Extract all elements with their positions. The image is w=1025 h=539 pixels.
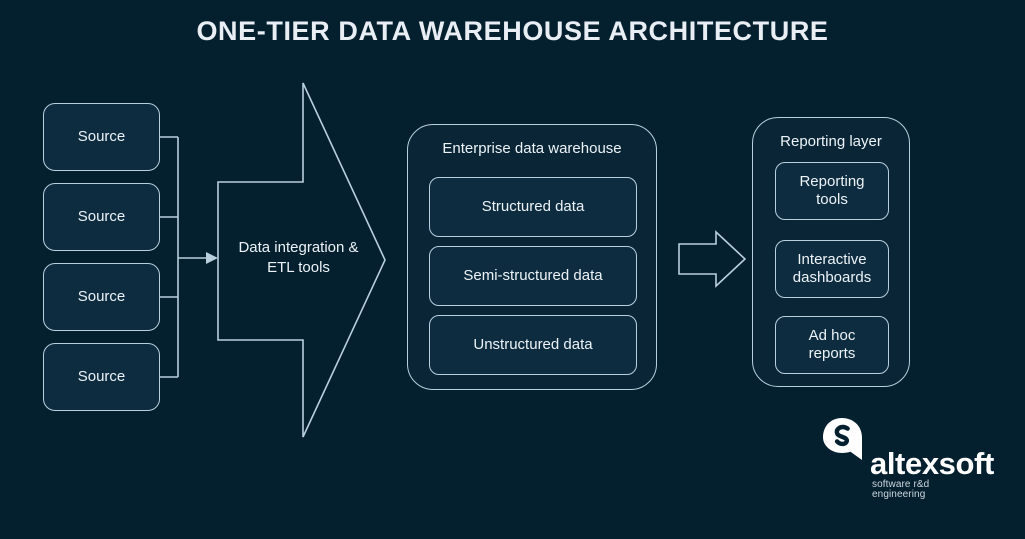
warehouse-box-label: Structured data bbox=[481, 197, 585, 215]
reporting-panel-title: Reporting layer bbox=[780, 133, 882, 150]
warehouse-box-structured: Structured data bbox=[429, 177, 637, 237]
reporting-box-label: Ad hoc reports bbox=[809, 327, 856, 364]
reporting-box-ad-hoc-reports: Ad hoc reports bbox=[775, 316, 889, 374]
bus-to-etl-arrowhead bbox=[206, 252, 218, 264]
reporting-box-label: Interactive dashboards bbox=[793, 251, 871, 288]
reporting-box-label-line2: dashboards bbox=[792, 269, 872, 286]
warehouse-panel-title: Enterprise data warehouse bbox=[442, 140, 622, 157]
source-box-label: Source bbox=[77, 368, 126, 386]
reporting-layer-panel: Reporting layer Reporting tools Interact… bbox=[752, 117, 910, 387]
altexsoft-logo: altexsoft software r&d engineering bbox=[822, 416, 994, 500]
etl-label-line1: Data integration & bbox=[238, 239, 359, 256]
altexsoft-logo-icon bbox=[823, 418, 862, 460]
source-box-label: Source bbox=[77, 288, 126, 306]
reporting-box-interactive-dashboards: Interactive dashboards bbox=[775, 240, 889, 298]
etl-label-line2: ETL tools bbox=[267, 258, 330, 276]
source-box-1: Source bbox=[43, 103, 160, 171]
enterprise-data-warehouse-panel: Enterprise data warehouse Structured dat… bbox=[407, 124, 657, 390]
reporting-box-label-line2: reports bbox=[808, 345, 856, 362]
source-box-2: Source bbox=[43, 183, 160, 251]
warehouse-box-semi-structured: Semi-structured data bbox=[429, 246, 637, 306]
etl-label: Data integration & ETL tools bbox=[221, 238, 376, 277]
source-box-4: Source bbox=[43, 343, 160, 411]
reporting-box-label-line1: Interactive bbox=[797, 250, 867, 268]
warehouse-to-reporting-arrow bbox=[678, 230, 747, 288]
reporting-box-label-line1: Reporting bbox=[799, 172, 865, 190]
reporting-box-label-line2: tools bbox=[816, 191, 848, 208]
warehouse-box-unstructured: Unstructured data bbox=[429, 315, 637, 375]
reporting-box-label-line1: Ad hoc bbox=[808, 326, 856, 344]
reporting-box-reporting-tools: Reporting tools bbox=[775, 162, 889, 220]
logo-wordmark: altexsoft bbox=[870, 446, 994, 481]
page-title: ONE-TIER DATA WAREHOUSE ARCHITECTURE bbox=[196, 16, 829, 46]
warehouse-box-label: Unstructured data bbox=[473, 335, 593, 353]
warehouse-box-label: Semi-structured data bbox=[463, 266, 603, 284]
source-box-3: Source bbox=[43, 263, 160, 331]
reporting-box-label: Reporting tools bbox=[799, 173, 864, 210]
diagram-canvas: ONE-TIER DATA WAREHOUSE ARCHITECTURE Sou… bbox=[0, 0, 1025, 539]
source-box-label: Source bbox=[77, 128, 126, 146]
source-box-label: Source bbox=[77, 208, 126, 226]
logo-tagline: software r&d engineering bbox=[872, 479, 930, 500]
